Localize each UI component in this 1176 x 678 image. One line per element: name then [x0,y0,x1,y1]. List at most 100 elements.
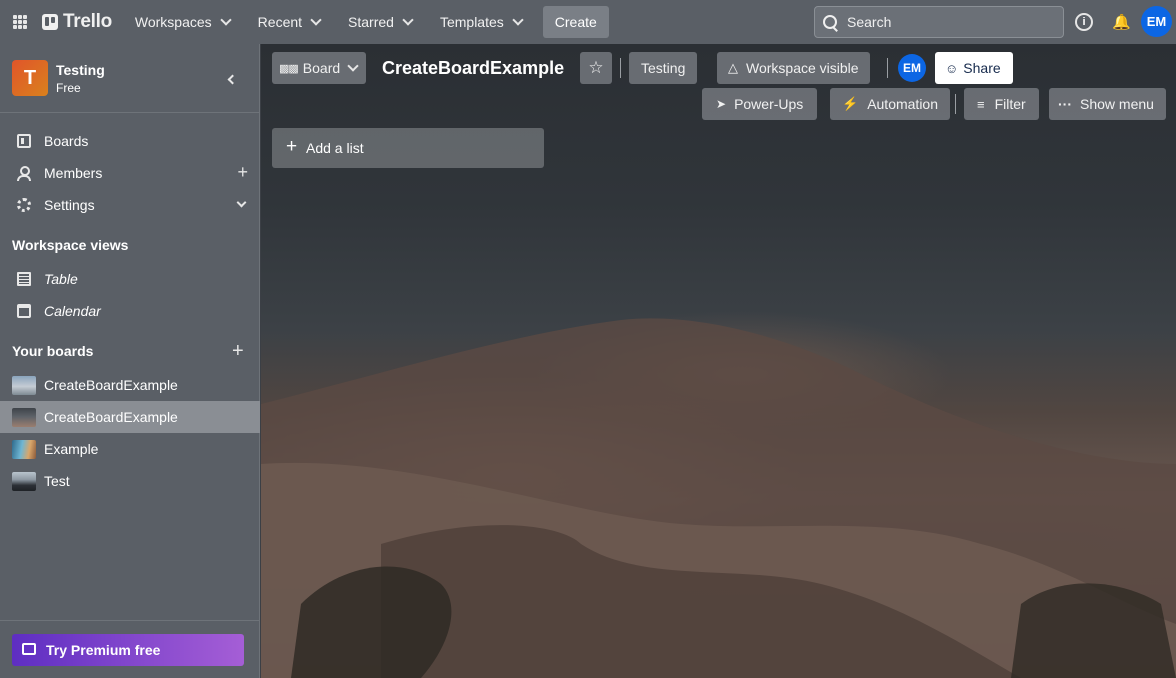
visibility-label: Workspace visible [746,60,859,76]
gear-icon [17,198,31,212]
header-divider [620,58,621,78]
share-button[interactable]: ☺ Share [935,52,1013,84]
plus-icon: + [286,136,298,157]
workspace-header: T Testing Free [0,44,259,113]
sidebar-item-calendar[interactable]: Calendar [0,295,260,327]
star-board-button[interactable]: ☆ [580,52,612,84]
show-menu-label: Show menu [1080,96,1154,112]
add-person-icon: ☺ [945,60,959,76]
lightning-icon: ⚡ [842,96,859,111]
trello-logo-icon [42,14,58,30]
power-ups-button[interactable]: ➤ Power-Ups [702,88,818,120]
templates-menu[interactable]: Templates [431,6,531,38]
chevron-down-icon [310,13,322,26]
sidebar-item-table[interactable]: Table [0,263,260,295]
table-icon [17,272,31,286]
star-icon: ☆ [588,58,604,77]
app-switcher-icon[interactable] [13,15,27,29]
sidebar-board-label: CreateBoardExample [44,409,178,425]
sidebar-board-label: Example [44,441,99,457]
templates-menu-label: Templates [439,14,504,30]
account-avatar[interactable]: EM [1141,6,1172,37]
trello-logo[interactable]: Trello [42,11,112,33]
visibility-button[interactable]: △ Workspace visible [717,52,870,84]
chevron-down-icon [220,13,232,26]
filter-button[interactable]: ≡ Filter [964,88,1039,120]
notifications-bell-icon[interactable]: 🔔 [1112,13,1131,31]
show-menu-button[interactable]: ··· Show menu [1049,88,1166,120]
sidebar-item-label: Table [44,271,78,287]
board-thumbnail [12,408,36,427]
share-label: Share [963,60,1001,76]
header-divider [887,58,888,78]
board-view-switcher[interactable]: ▩▩ Board [272,52,366,84]
board-icon [17,134,31,148]
workspaces-menu-label: Workspaces [134,14,212,30]
automation-button[interactable]: ⚡ Automation [830,88,951,120]
board-view-label: Board [302,60,341,76]
recent-menu[interactable]: Recent [249,6,329,38]
automation-label: Automation [867,96,939,112]
main-menus: Workspaces Recent Starred Templates Crea… [126,6,609,38]
header-divider [955,94,956,114]
workspace-avatar[interactable]: T [12,60,48,96]
power-ups-label: Power-Ups [734,96,804,112]
sidebar-board-item[interactable]: Test [0,465,260,497]
board-canvas: ▩▩ Board CreateBoardExample ☆ Testing △ … [261,44,1176,678]
sidebar-item-label: Members [44,165,103,181]
filter-icon: ≡ [977,96,985,112]
workspace-name: Testing [56,61,105,78]
add-member-plus-icon[interactable]: + [237,163,248,181]
app-name: Trello [63,11,112,32]
search-placeholder: Search [847,14,892,30]
sidebar-item-settings[interactable]: Settings [0,189,260,221]
collapse-sidebar-button[interactable] [219,67,243,91]
create-button[interactable]: Create [542,6,609,38]
info-icon[interactable]: i [1075,13,1093,31]
workspaces-menu[interactable]: Workspaces [126,6,239,38]
search-icon [823,15,837,29]
board-view-icon: ▩▩ [279,62,299,75]
add-list-label: Add a list [306,140,364,156]
workspace-info: Testing Free [56,62,105,95]
briefcase-icon [22,643,36,655]
chevron-down-icon [402,13,414,26]
add-board-plus-icon[interactable]: + [232,340,244,363]
sidebar-board-item[interactable]: CreateBoardExample [0,369,260,401]
member-avatar[interactable]: EM [898,54,926,82]
sidebar-board-item-active[interactable]: CreateBoardExample [0,401,260,433]
board-thumbnail [12,440,36,459]
filter-label: Filter [994,96,1026,112]
sidebar-board-label: Test [44,473,70,489]
workspace-views-heading: Workspace views [12,237,129,253]
calendar-icon [17,304,31,318]
search-input[interactable]: Search [814,6,1064,38]
board-thumbnail [12,472,36,491]
board-title[interactable]: CreateBoardExample [382,58,564,79]
person-icon [17,166,31,181]
recent-menu-label: Recent [257,14,303,30]
sidebar-item-label: Boards [44,133,89,149]
workspace-plan: Free [56,80,81,95]
top-navigation: Trello Workspaces Recent Starred Templat… [0,0,1176,44]
people-icon: △ [728,60,738,75]
rocket-icon: ➤ [716,97,727,111]
board-thumbnail [12,376,36,395]
more-dots-icon: ··· [1058,96,1072,112]
try-premium-label: Try Premium free [46,642,161,658]
sidebar-item-members[interactable]: Members + [0,157,260,189]
sidebar: T Testing Free Boards Members + Settings… [0,44,260,678]
workspace-button[interactable]: Testing [629,52,698,84]
starred-menu[interactable]: Starred [339,6,421,38]
sidebar-board-item[interactable]: Example [0,433,260,465]
try-premium-button[interactable]: Try Premium free [12,634,244,666]
sidebar-item-boards[interactable]: Boards [0,125,260,157]
chevron-down-icon[interactable] [236,197,247,208]
add-list-button[interactable]: + Add a list [272,128,544,168]
chevron-down-icon [347,59,359,72]
sidebar-item-label: Settings [44,197,95,213]
starred-menu-label: Starred [348,14,394,30]
sidebar-item-label: Calendar [44,303,101,319]
chevron-left-icon [227,74,238,84]
chevron-down-icon [512,13,524,26]
